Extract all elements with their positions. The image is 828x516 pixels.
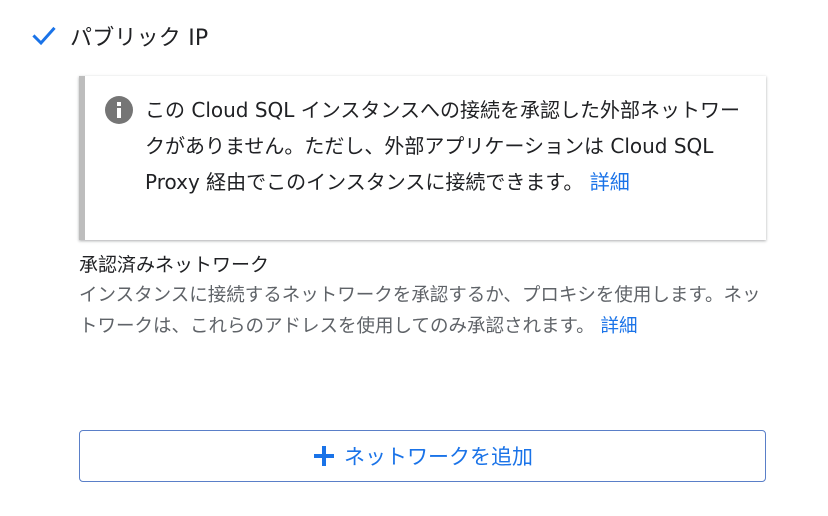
public-ip-settings: パブリック IP この Cloud SQL インスタンスへの接続を承認した外部ネ… — [0, 0, 828, 516]
info-message: この Cloud SQL インスタンスへの接続を承認した外部ネットワークがありま… — [145, 92, 755, 200]
authorized-networks-description: インスタンスに接続するネットワークを承認するか、プロキシを使用します。ネットワー… — [79, 280, 769, 342]
public-ip-checkbox-row[interactable]: パブリック IP — [32, 20, 208, 52]
info-banner: この Cloud SQL インスタンスへの接続を承認した外部ネットワークがありま… — [79, 76, 766, 240]
authorized-networks-title: 承認済みネットワーク — [79, 254, 270, 276]
info-learn-more-link[interactable]: 詳細 — [590, 170, 630, 194]
checkmark-icon — [32, 26, 56, 46]
add-network-label: ネットワークを追加 — [344, 445, 533, 469]
plus-icon — [314, 446, 334, 466]
public-ip-checkbox[interactable] — [32, 24, 56, 48]
public-ip-label: パブリック IP — [70, 26, 209, 51]
authorized-networks-learn-more-link[interactable]: 詳細 — [601, 316, 638, 337]
authorized-networks-description-text: インスタンスに接続するネットワークを承認するか、プロキシを使用します。ネットワー… — [79, 285, 761, 337]
authorized-networks-section: 承認済みネットワーク インスタンスに接続するネットワークを承認するか、プロキシを… — [79, 250, 779, 342]
info-message-text: この Cloud SQL インスタンスへの接続を承認した外部ネットワークがありま… — [145, 98, 740, 194]
info-icon — [105, 96, 133, 124]
add-network-button[interactable]: ネットワークを追加 — [79, 430, 766, 482]
